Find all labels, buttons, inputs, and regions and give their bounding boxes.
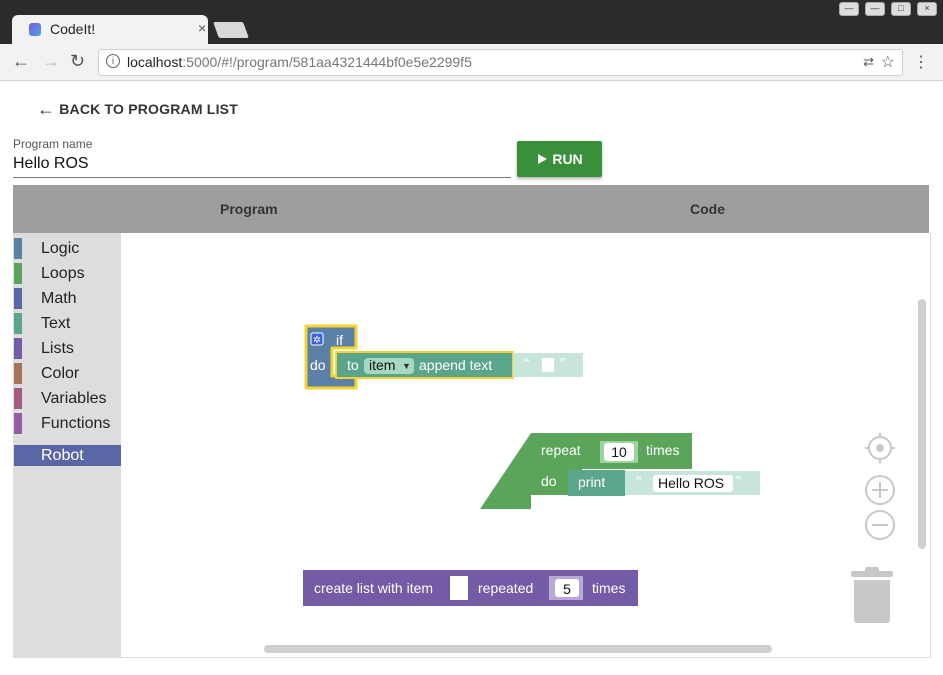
repeat-num: 5 xyxy=(563,581,571,597)
repeat-label: repeat xyxy=(541,442,581,458)
browser-menu-icon[interactable]: ⋮ xyxy=(913,52,929,72)
browser-titlebar: CodeIt! × — — □ × xyxy=(0,0,943,44)
trash-icon[interactable] xyxy=(851,567,893,623)
blocks-canvas: ✲ if do to item ▼ append text “ ” repeat… xyxy=(303,324,895,623)
if-label: if xyxy=(336,332,343,348)
back-label: BACK TO PROGRAM LIST xyxy=(59,101,238,117)
info-icon[interactable]: i xyxy=(106,54,120,68)
editor-tabs: Program Code xyxy=(13,185,929,233)
browser-tab[interactable]: CodeIt! × xyxy=(12,15,208,44)
print-quote-close: ” xyxy=(736,474,741,491)
bookmark-star-icon[interactable]: ☆ xyxy=(881,52,895,72)
minimize-button[interactable]: — xyxy=(865,2,885,16)
tab-close-button[interactable]: × xyxy=(198,20,206,36)
play-icon xyxy=(538,154,548,164)
item-socket[interactable] xyxy=(450,576,468,600)
new-tab-button[interactable] xyxy=(213,22,249,38)
program-name-label: Program name xyxy=(13,137,93,151)
print-quote-open: “ xyxy=(636,474,641,491)
close-window-button[interactable]: × xyxy=(917,2,937,16)
tab-code[interactable]: Code xyxy=(690,201,725,217)
do-label: do xyxy=(310,357,326,373)
create-list-label: create list with item xyxy=(314,580,433,596)
quote-close: ” xyxy=(560,356,565,373)
print-label: print xyxy=(578,474,605,490)
to-label: to xyxy=(347,357,359,373)
horizontal-scrollbar[interactable] xyxy=(264,645,772,653)
create-list-block[interactable]: create list with item repeated 5 times xyxy=(303,570,638,606)
back-arrow-icon: ← xyxy=(37,99,56,119)
url-host: localhost xyxy=(127,54,183,70)
list-times-label: times xyxy=(592,580,625,596)
text-literal-input[interactable] xyxy=(542,358,554,372)
url-text[interactable]: localhost:5000/#!/program/581aa4321444bf… xyxy=(127,54,472,70)
vertical-scrollbar[interactable] xyxy=(918,299,926,549)
back-nav-icon[interactable]: ← xyxy=(12,51,30,72)
print-text: Hello ROS xyxy=(658,475,724,491)
print-block[interactable]: print “ Hello ROS ” xyxy=(568,470,760,496)
gear-icon-glyph: ✲ xyxy=(313,335,321,346)
append-label: append text xyxy=(419,357,492,373)
tab-program[interactable]: Program xyxy=(220,201,278,217)
reload-icon[interactable]: ↻ xyxy=(70,51,85,72)
maximize-button[interactable]: □ xyxy=(891,2,911,16)
tab-title: CodeIt! xyxy=(50,21,96,37)
recenter-target-icon[interactable] xyxy=(865,433,895,463)
window-button[interactable]: — xyxy=(839,2,859,16)
repeated-label: repeated xyxy=(478,580,533,596)
quote-open: “ xyxy=(524,356,529,373)
blockly-workspace[interactable]: Logic Loops Math Text Lists Color Variab… xyxy=(13,233,931,658)
repeat-count: 10 xyxy=(611,444,627,460)
back-to-list-link[interactable]: ← BACK TO PROGRAM LIST xyxy=(37,98,238,119)
times-label: times xyxy=(646,442,679,458)
url-path: :5000/#!/program/581aa4321444bf0e5e2299f… xyxy=(182,54,472,70)
dropdown-arrow-icon: ▼ xyxy=(402,361,411,371)
zoom-out-icon[interactable] xyxy=(865,510,895,540)
titlebar-background xyxy=(0,0,943,14)
forward-nav-icon[interactable]: → xyxy=(42,51,60,72)
repeat-do-label: do xyxy=(541,473,557,489)
translate-icon[interactable]: ⇄ xyxy=(863,54,874,70)
window-controls: — — □ × xyxy=(839,2,937,16)
run-label: RUN xyxy=(552,151,583,167)
variable-name: item xyxy=(369,357,395,373)
program-name-input[interactable]: Hello ROS xyxy=(13,155,511,178)
append-text-block[interactable]: to item ▼ append text “ ” xyxy=(335,351,583,379)
browser-toolbar: ← → ↻ i localhost:5000/#!/program/581aa4… xyxy=(0,44,943,81)
zoom-in-icon[interactable] xyxy=(865,475,895,505)
run-button[interactable]: RUN xyxy=(517,141,602,177)
address-bar[interactable]: i localhost:5000/#!/program/581aa4321444… xyxy=(98,49,903,76)
favicon-icon xyxy=(29,23,41,36)
